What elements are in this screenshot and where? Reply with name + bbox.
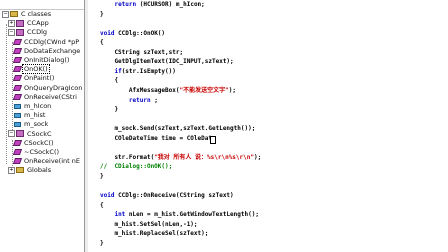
tree-connector bbox=[12, 140, 13, 166]
method-icon bbox=[12, 84, 23, 91]
tree-node-folder[interactable]: + Globals bbox=[8, 166, 52, 175]
tree-node-var[interactable]: m_sock bbox=[14, 120, 49, 129]
tree-node-label: m_hist bbox=[24, 111, 46, 120]
tree-node-cls[interactable]: + CCApp bbox=[8, 19, 50, 28]
tree-node-cls[interactable]: − CSockC bbox=[8, 130, 53, 139]
code-line[interactable]: CString szText,str; bbox=[100, 49, 183, 57]
member-variable-icon bbox=[14, 103, 21, 109]
code-line[interactable]: COleDateTime time = COleDate bbox=[100, 135, 215, 143]
code-editor[interactable]: return (HCURSOR) m_hIcon;}void CCDlg::On… bbox=[88, 0, 448, 252]
tree-node-label: C classes bbox=[21, 10, 52, 18]
tree-node-label: OnOK() bbox=[22, 64, 50, 75]
tree-node-fn[interactable]: ~CSockC() bbox=[12, 148, 60, 157]
class-icon bbox=[16, 28, 24, 36]
code-line[interactable]: { bbox=[100, 77, 118, 85]
code-line[interactable]: } bbox=[100, 11, 104, 19]
tree-node-label: CSockC bbox=[27, 129, 52, 138]
method-icon bbox=[12, 75, 23, 82]
tree-node-label: m_hIcon bbox=[24, 102, 52, 110]
expand-icon[interactable]: + bbox=[8, 166, 15, 174]
method-icon bbox=[12, 93, 23, 100]
tree-node-label: OnQueryDragIcon bbox=[24, 83, 83, 92]
tree-node-fn[interactable]: OnOK() bbox=[12, 64, 50, 75]
text-cursor bbox=[210, 135, 216, 144]
collapse-icon[interactable]: − bbox=[8, 130, 15, 138]
folder-icon bbox=[16, 167, 24, 174]
collapse-icon[interactable]: − bbox=[8, 28, 15, 36]
code-line[interactable]: void CCDlg::OnReceive(CString szText) bbox=[100, 192, 234, 200]
code-line[interactable]: return (HCURSOR) m_hIcon; bbox=[100, 1, 204, 9]
tree-node-fn[interactable]: OnReceive(int nE bbox=[12, 157, 81, 166]
tree-node-fn[interactable]: CCDlg(CWnd *pP bbox=[12, 37, 80, 47]
code-line[interactable]: void CCDlg::OnOK() bbox=[100, 30, 165, 38]
member-variable-icon bbox=[14, 121, 21, 127]
code-line[interactable]: AfxMessageBox("不能发送空文字"); bbox=[100, 87, 236, 95]
class-view-header bbox=[0, 0, 84, 10]
method-icon bbox=[12, 66, 23, 73]
class-icon bbox=[16, 130, 24, 138]
code-line[interactable]: // CDialog::OnOK(); bbox=[100, 163, 172, 171]
class-icon bbox=[16, 19, 24, 27]
code-line[interactable]: m_hist.ReplaceSel(szText); bbox=[100, 230, 208, 238]
tree-node-label: OnPaint() bbox=[24, 74, 55, 83]
method-icon bbox=[12, 149, 23, 155]
tree-node-label: CCDlg bbox=[27, 28, 48, 37]
code-line[interactable]: m_hist.SetSel(nLen,-1); bbox=[100, 221, 197, 229]
tree-node-label: m_sock bbox=[24, 120, 49, 129]
method-icon bbox=[12, 47, 23, 54]
code-line[interactable]: } bbox=[100, 106, 118, 114]
code-line[interactable]: return ; bbox=[100, 97, 158, 105]
tree-connector bbox=[6, 24, 7, 164]
code-line[interactable]: { bbox=[100, 202, 104, 210]
tree-node-fn[interactable]: OnReceive(CStri bbox=[12, 92, 78, 102]
folder-icon bbox=[10, 11, 18, 17]
tree-node-folder[interactable]: − C classes bbox=[2, 10, 52, 19]
class-view-pane[interactable]: − C classes + CCApp − CCDlg CCDlg(CWnd *pP DoDa… bbox=[0, 0, 85, 252]
tree-node-label: CSockC() bbox=[24, 138, 54, 147]
tree-node-label: Globals bbox=[27, 166, 52, 175]
code-line[interactable]: } bbox=[100, 240, 104, 248]
tree-node-var[interactable]: m_hist bbox=[14, 111, 46, 120]
tree-node-label: OnReceive(CStri bbox=[24, 92, 77, 101]
method-icon bbox=[12, 57, 23, 63]
method-icon bbox=[12, 38, 23, 45]
expand-icon[interactable]: + bbox=[8, 19, 15, 27]
tree-node-var[interactable]: m_hIcon bbox=[14, 102, 52, 111]
tree-node-label: OnReceive(int nE bbox=[24, 157, 80, 166]
tree-node-cls[interactable]: − CCDlg bbox=[8, 28, 48, 37]
tree-node-label: CCDlg(CWnd *pP bbox=[24, 37, 80, 46]
code-line[interactable]: { bbox=[100, 39, 104, 47]
tree-node-fn[interactable]: OnInitDialog() bbox=[12, 56, 70, 65]
collapse-icon[interactable]: − bbox=[2, 10, 9, 18]
method-icon bbox=[12, 158, 23, 165]
tree-node-fn[interactable]: OnPaint() bbox=[12, 74, 55, 83]
tree-node-label: ~CSockC() bbox=[24, 148, 60, 156]
tree-node-fn[interactable]: DoDataExchange bbox=[12, 46, 81, 56]
code-line[interactable]: GetDlgItemText(IDC_INPUT,szText); bbox=[100, 58, 233, 66]
tree-connector bbox=[12, 42, 13, 130]
code-line[interactable]: } bbox=[100, 173, 104, 181]
tree-node-fn[interactable]: OnQueryDragIcon bbox=[12, 83, 83, 93]
tree-node-label: CCApp bbox=[27, 19, 49, 28]
method-icon bbox=[12, 139, 23, 146]
tree-node-fn[interactable]: CSockC() bbox=[12, 138, 55, 148]
code-line[interactable]: if(str.IsEmpty()) bbox=[100, 68, 175, 76]
code-line[interactable]: str.Format("我对 所有人 说：%s\r\n%s\r\n"); bbox=[100, 154, 261, 162]
code-line[interactable]: m_sock.Send(szText,szText.GetLength()); bbox=[100, 125, 255, 133]
member-variable-icon bbox=[14, 112, 21, 118]
tree-node-label: DoDataExchange bbox=[24, 46, 81, 55]
tree-node-label: OnInitDialog() bbox=[24, 56, 70, 64]
code-line[interactable]: int nLen = m_hist.GetWindowTextLength(); bbox=[100, 211, 259, 219]
